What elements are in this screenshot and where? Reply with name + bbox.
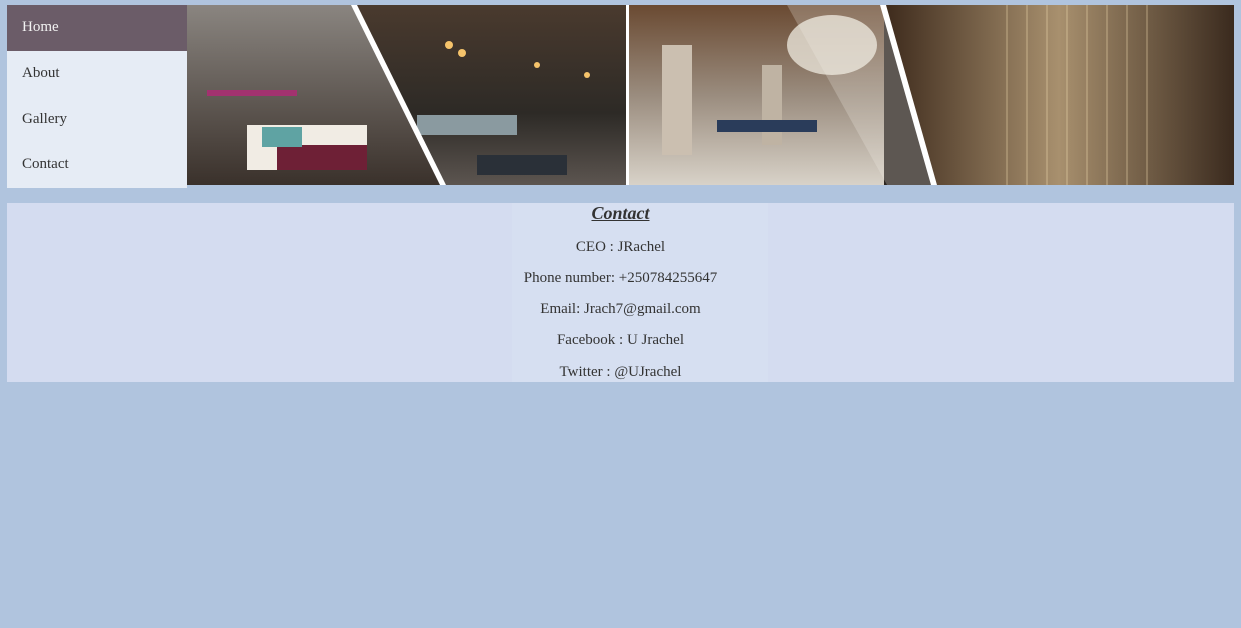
- banner-collage: [187, 5, 1234, 185]
- sidebar-nav: Home About Gallery Contact: [7, 5, 187, 188]
- nav-item-contact[interactable]: Contact: [7, 142, 187, 188]
- hotel-banner-image: [187, 5, 1234, 185]
- contact-email: Email: Jrach7@gmail.com: [540, 301, 701, 317]
- contact-heading: Contact: [591, 203, 650, 223]
- contact-section: Contact CEO : JRachel Phone number: +250…: [7, 203, 1234, 382]
- contact-twitter: Twitter : @UJrachel: [559, 364, 682, 380]
- nav-item-home[interactable]: Home: [7, 5, 187, 51]
- contact-card: [512, 203, 768, 382]
- nav-item-gallery[interactable]: Gallery: [7, 97, 187, 143]
- nav-item-about[interactable]: About: [7, 51, 187, 97]
- contact-facebook: Facebook : U Jrachel: [556, 332, 685, 348]
- contact-phone: Phone number: +250784255647: [523, 270, 718, 286]
- contact-ceo: CEO : JRachel: [575, 239, 666, 255]
